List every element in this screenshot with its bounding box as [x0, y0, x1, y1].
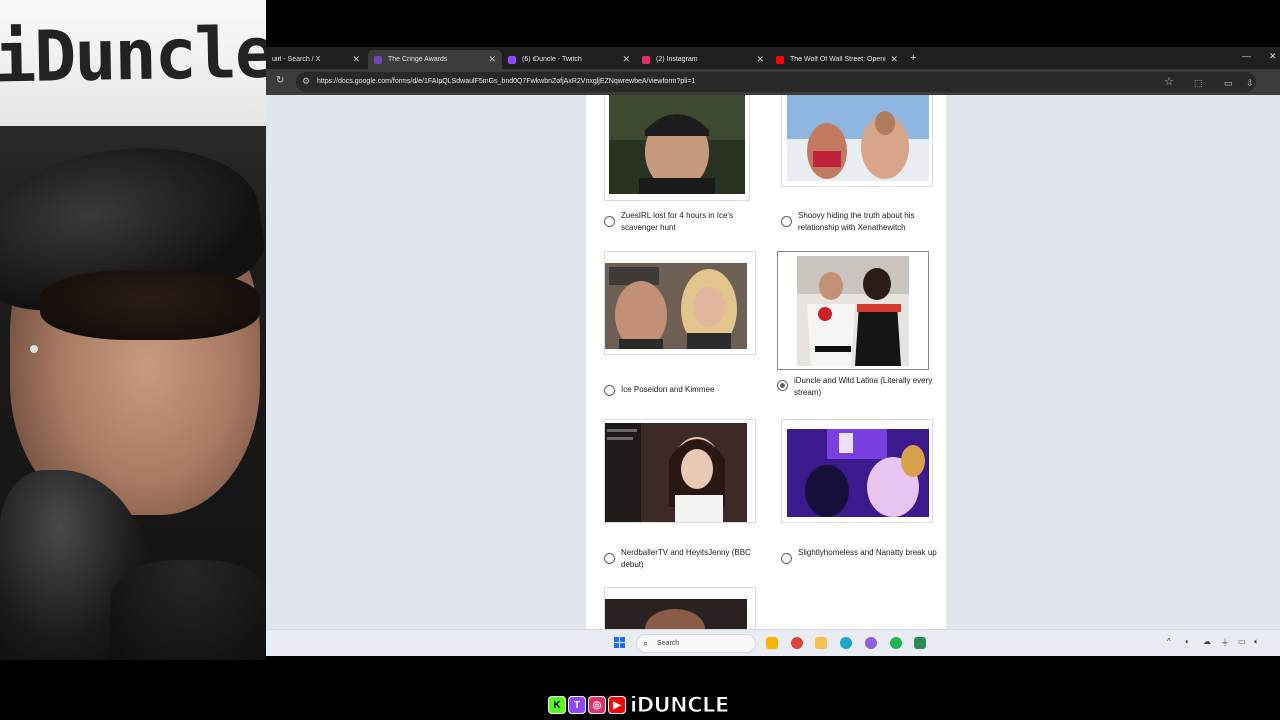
site-info-icon[interactable]: ⚙	[302, 76, 310, 87]
option-image	[604, 419, 756, 523]
webcam-overlay: iDuncle	[0, 0, 266, 660]
extensions-icon[interactable]: ⬚	[1194, 78, 1203, 89]
folder-icon[interactable]	[815, 637, 827, 649]
radio-button[interactable]	[604, 385, 615, 396]
option-image	[781, 95, 933, 187]
spotify-icon[interactable]	[890, 637, 902, 649]
window-close-icon[interactable]: ✕	[1269, 51, 1277, 62]
instagram-icon	[642, 55, 650, 64]
option-label: Ice Poseidon and Kimmee	[621, 385, 715, 394]
streamer-hair	[40, 270, 260, 340]
youtube-icon: ▶	[608, 696, 626, 714]
close-icon[interactable]: ✕	[890, 54, 898, 65]
tab-title: (2) Instagram	[656, 56, 698, 63]
photo-partial	[605, 599, 747, 629]
photo-man-in-cap	[609, 95, 745, 194]
file-explorer-icon[interactable]	[766, 637, 778, 649]
download-icon[interactable]: ⇩	[1246, 78, 1254, 89]
windows-start-icon[interactable]	[614, 637, 626, 649]
tab-title: (6) iDuncle - Twitch	[522, 56, 582, 63]
tab-title: The Wolf Of Wall Street: Openi	[790, 56, 886, 63]
search-icon: ⌕	[643, 638, 649, 648]
photo-stream-capture	[605, 423, 747, 522]
network-icon[interactable]: ◐	[1185, 637, 1190, 646]
close-icon[interactable]: ✕	[622, 54, 630, 65]
option-label: Slightlyhomeless and Nanatty break up	[798, 548, 937, 557]
volume-icon[interactable]: 🔈︎	[1254, 637, 1259, 647]
instagram-icon: ◎	[588, 696, 606, 714]
tab-instagram[interactable]: (2) Instagram ✕	[636, 50, 770, 69]
taskbar-search[interactable]: ⌕ Search	[636, 634, 756, 653]
close-icon[interactable]: ✕	[352, 54, 360, 65]
bookmark-star-icon[interactable]: ☆	[1164, 75, 1174, 88]
radio-button[interactable]	[781, 216, 792, 227]
close-icon[interactable]: ✕	[488, 54, 496, 65]
radio-button[interactable]	[781, 553, 792, 564]
option-image	[604, 251, 756, 355]
option-image	[604, 95, 750, 201]
windows-taskbar: ⌕ Search ^ ◐ ☁ ⏚ ▭ 🔈︎	[266, 629, 1280, 656]
photo-purple-room	[787, 429, 929, 517]
page-viewport: ZuesIRL lost for 4 hours in Ice's scaven…	[266, 95, 1280, 629]
browser-window: uirl - Search / X ✕ The Cringe Awards ✕ …	[266, 47, 1280, 629]
photo-man-and-woman	[605, 263, 747, 349]
tab-x-search[interactable]: uirl - Search / X ✕	[266, 50, 366, 69]
streamer-shirt	[110, 560, 266, 660]
edge-icon[interactable]	[840, 637, 852, 649]
radio-button-selected[interactable]	[777, 380, 788, 391]
brand-name: iDUNCLE	[630, 693, 730, 718]
tab-cringe-awards[interactable]: The Cringe Awards ✕	[368, 50, 502, 69]
radio-button[interactable]	[604, 216, 615, 227]
search-label: Search	[657, 640, 680, 647]
browser-toolbar: ↻ ⚙ https://docs.google.com/forms/d/e/1F…	[266, 69, 1280, 95]
option-label: ZuesIRL lost for 4 hours in Ice's scaven…	[621, 211, 733, 232]
reload-icon[interactable]: ↻	[276, 75, 284, 86]
discord-icon[interactable]	[865, 637, 877, 649]
webcam-sign-text: iDuncle	[0, 11, 266, 99]
google-forms-icon	[374, 55, 382, 64]
cloud-icon[interactable]: ☁	[1203, 637, 1211, 646]
option-image	[781, 419, 933, 523]
option-image	[777, 251, 929, 370]
screen: iDuncle uirl - Search / X ✕ The Cringe A…	[0, 0, 1280, 720]
display-icon[interactable]: ▭	[1238, 637, 1246, 646]
stream-branding: K T ◎ ▶ iDUNCLE	[548, 692, 730, 718]
twitch-icon: T	[568, 696, 586, 714]
form-question-card: ZuesIRL lost for 4 hours in Ice's scaven…	[586, 95, 946, 629]
photo-couple-on-boat	[787, 95, 929, 181]
kick-icon: K	[548, 696, 566, 714]
option-label: NerdballerTV and HeyitsJenny (BBC debut)	[621, 548, 751, 569]
chrome-icon[interactable]	[791, 637, 803, 649]
streamer-earring	[30, 345, 38, 353]
tab-strip: uirl - Search / X ✕ The Cringe Awards ✕ …	[266, 47, 1280, 69]
url-text[interactable]: https://docs.google.com/forms/d/e/1FAIpQ…	[317, 78, 695, 85]
minimize-icon[interactable]: —	[1242, 51, 1251, 61]
new-tab-icon[interactable]: +	[910, 52, 916, 64]
twitch-icon	[508, 55, 516, 64]
photo-costumed-pair	[797, 256, 909, 366]
youtube-icon	[776, 55, 784, 64]
option-label: iDuncle and Wild Latina (Literally every…	[794, 376, 933, 397]
option-label: Shoovy hiding the truth about his relati…	[798, 211, 915, 232]
radio-button[interactable]	[604, 553, 615, 564]
tab-title: The Cringe Awards	[388, 56, 448, 63]
tab-twitch[interactable]: (6) iDuncle - Twitch ✕	[502, 50, 636, 69]
chevron-up-icon[interactable]: ^	[1167, 637, 1171, 646]
option-image	[604, 587, 756, 629]
tab-youtube[interactable]: The Wolf Of Wall Street: Openi ✕	[770, 50, 904, 69]
webcam-sign: iDuncle	[0, 0, 266, 130]
sidebar-icon[interactable]: ▭	[1224, 78, 1233, 89]
address-bar[interactable]: ⚙ https://docs.google.com/forms/d/e/1FAI…	[296, 72, 1256, 92]
app-icon[interactable]	[914, 637, 926, 649]
close-icon[interactable]: ✕	[756, 54, 764, 65]
microphone-icon[interactable]: ⏚	[1221, 637, 1229, 648]
